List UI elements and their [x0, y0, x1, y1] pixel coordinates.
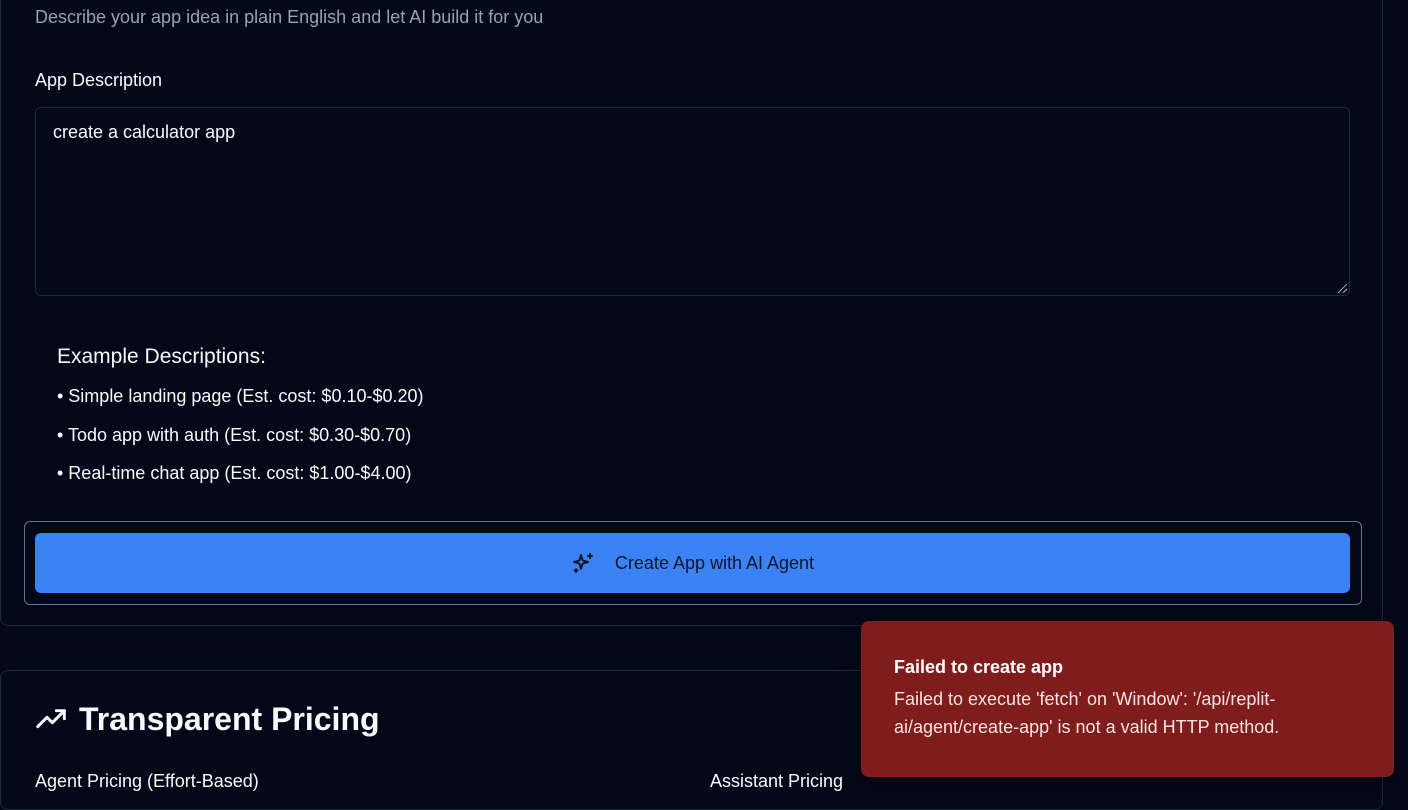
create-app-card: Describe your app idea in plain English … [0, 0, 1383, 626]
create-button-focus-ring: Create App with AI Agent [24, 521, 1362, 605]
examples-title: Example Descriptions: [57, 345, 266, 368]
trending-up-icon [36, 708, 66, 728]
create-app-button[interactable]: Create App with AI Agent [35, 533, 1350, 593]
toast-title: Failed to create app [894, 657, 1064, 677]
example-item: • Real-time chat app (Est. cost: $1.00-$… [57, 463, 412, 483]
agent-pricing-heading: Agent Pricing (Effort-Based) [35, 771, 259, 791]
example-item: • Todo app with auth (Est. cost: $0.30-$… [57, 425, 412, 445]
create-app-button-label: Create App with AI Agent [614, 552, 815, 573]
app-description-textarea[interactable] [35, 107, 1350, 296]
toast-message: Failed to execute 'fetch' on 'Window': '… [894, 689, 1280, 737]
example-item: • Simple landing page (Est. cost: $0.10-… [57, 386, 424, 406]
app-description-label: App Description [35, 70, 163, 90]
assistant-pricing-heading: Assistant Pricing [710, 771, 844, 791]
card-subtitle: Describe your app idea in plain English … [35, 7, 544, 27]
textarea-resize-handle[interactable] [1338, 284, 1347, 293]
sparkles-icon [572, 553, 593, 573]
error-toast[interactable]: Failed to create app Failed to execute '… [861, 621, 1394, 777]
pricing-title-text: Transparent Pricing [79, 701, 380, 737]
pricing-title: Transparent Pricing [35, 701, 380, 738]
